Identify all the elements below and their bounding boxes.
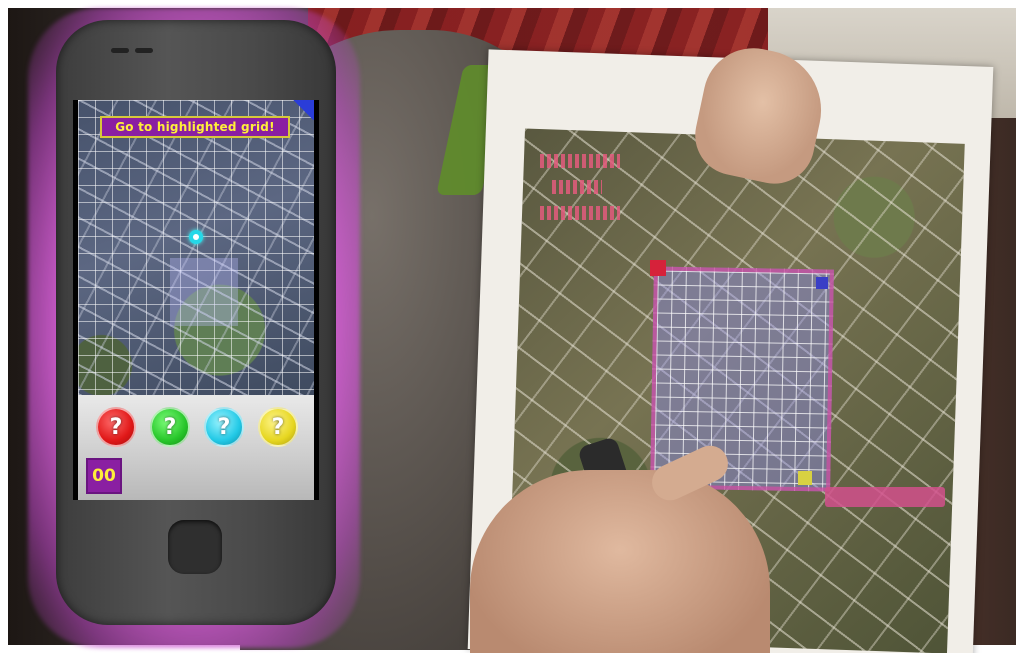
corner-marker-icon [292,100,314,120]
score-counter: 00 [86,458,122,494]
answer-button-green[interactable]: ? [150,407,190,447]
answer-button-yellow[interactable]: ? [258,407,298,447]
answer-button-cyan[interactable]: ? [204,407,244,447]
highlighted-grid-cells [170,258,238,326]
phone-screen: Go to highlighted grid! ? ? ? ? 00 [73,100,319,500]
phone-speaker [111,48,129,53]
printed-label [825,487,945,507]
question-mark-icon: ? [109,414,123,440]
question-mark-icon: ? [163,414,177,440]
question-mark-icon: ? [217,414,231,440]
video-frame: Go to highlighted grid! ? ? ? ? 00 [0,0,1024,653]
grid-corner-marker-blue [816,277,828,289]
question-mark-icon: ? [271,414,285,440]
score-value: 00 [92,466,116,486]
instruction-text: Go to highlighted grid! [115,120,275,134]
instruction-banner: Go to highlighted grid! [100,116,290,138]
hand-pointing [470,470,770,653]
map-grid [78,100,314,395]
answer-button-red[interactable]: ? [96,407,136,447]
grid-corner-marker-yellow [798,471,812,485]
target-marker-icon [189,230,203,244]
grid-corner-marker-red [650,260,666,276]
home-button[interactable] [168,520,222,574]
pixel-logo [540,150,620,226]
phone-speaker [135,48,153,53]
control-panel: ? ? ? ? 00 [78,395,314,500]
